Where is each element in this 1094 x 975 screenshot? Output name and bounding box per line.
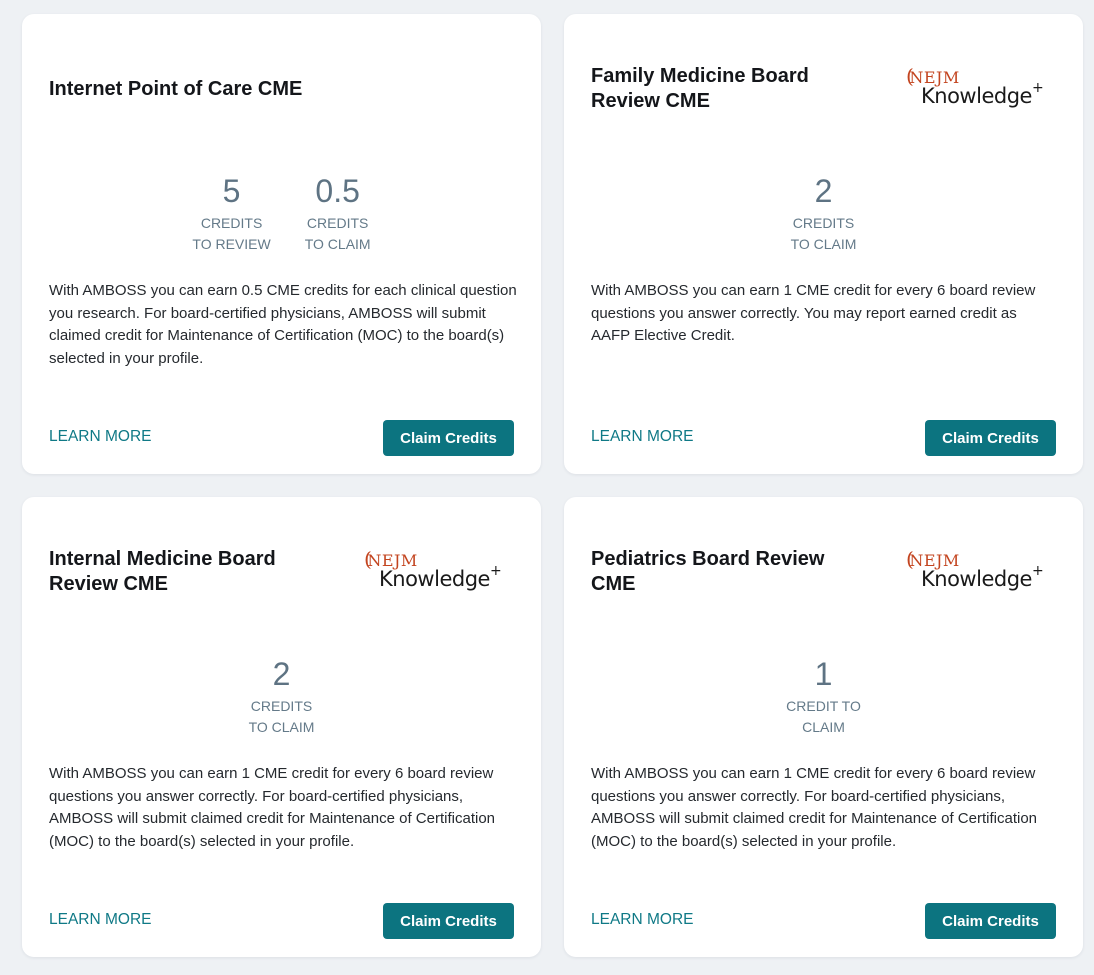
- card-header: Pediatrics Board Review CME (NEJM Knowle…: [591, 545, 1056, 599]
- card-header: Internet Point of Care CME: [49, 62, 514, 116]
- nejm-knowledge-plus-logo: (NEJM Knowledge+: [906, 549, 1044, 595]
- learn-more-link[interactable]: LEARN MORE: [49, 911, 152, 929]
- knowledge-wordmark: Knowledge+: [921, 563, 1044, 591]
- credit-count: 0.5: [315, 173, 360, 209]
- cme-card-internal-medicine: Internal Medicine Board Review CME (NEJM…: [22, 497, 541, 957]
- credits-to-claim: 2 CREDITS TO CLAIM: [249, 655, 315, 738]
- credit-count: 1: [814, 656, 833, 692]
- card-title: Internal Medicine Board Review CME: [49, 548, 276, 595]
- card-description: With AMBOSS you can earn 0.5 CME credits…: [49, 282, 517, 367]
- credit-label-line: CREDITS: [306, 215, 369, 231]
- card-header: Internal Medicine Board Review CME (NEJM…: [49, 545, 514, 599]
- credits-summary: 5 CREDITS TO REVIEW 0.5 CREDITS TO CLAIM: [22, 172, 541, 255]
- credit-label: CREDITS TO CLAIM: [791, 213, 857, 255]
- card-title: Pediatrics Board Review CME: [591, 548, 825, 595]
- card-title: Internet Point of Care CME: [49, 77, 303, 100]
- card-description: With AMBOSS you can earn 1 CME credit fo…: [591, 765, 1038, 850]
- credit-label: CREDITS TO CLAIM: [305, 213, 371, 255]
- card-description: With AMBOSS you can earn 1 CME credit fo…: [49, 765, 496, 850]
- claim-credits-button[interactable]: Claim Credits: [925, 420, 1056, 456]
- credit-label-line: CREDIT TO: [786, 698, 861, 714]
- card-description: With AMBOSS you can earn 1 CME credit fo…: [591, 282, 1036, 344]
- cme-card-internet-point-of-care: Internet Point of Care CME 5 CREDITS TO …: [22, 14, 541, 474]
- card-title: Family Medicine Board Review CME: [591, 65, 809, 112]
- credit-label-line: CREDITS: [200, 215, 263, 231]
- credit-count: 5: [222, 173, 241, 209]
- card-header: Family Medicine Board Review CME (NEJM K…: [591, 62, 1056, 116]
- credit-label: CREDITS TO REVIEW: [192, 213, 270, 255]
- credit-label-line: TO CLAIM: [304, 236, 371, 252]
- credit-label-line: TO CLAIM: [790, 236, 857, 252]
- credits-to-claim: 1 CREDIT TO CLAIM: [786, 655, 861, 738]
- credit-count: 2: [814, 173, 833, 209]
- credits-summary: 2 CREDITS TO CLAIM: [22, 655, 541, 738]
- credits-to-review: 5 CREDITS TO REVIEW: [192, 172, 270, 255]
- credit-label: CREDIT TO CLAIM: [786, 696, 861, 738]
- credits-to-claim: 0.5 CREDITS TO CLAIM: [305, 172, 371, 255]
- credits-summary: 1 CREDIT TO CLAIM: [564, 655, 1083, 738]
- nejm-knowledge-plus-logo: (NEJM Knowledge+: [364, 549, 502, 595]
- credit-label-line: TO REVIEW: [192, 236, 271, 252]
- cme-card-family-medicine: Family Medicine Board Review CME (NEJM K…: [564, 14, 1083, 474]
- credit-count: 2: [272, 656, 291, 692]
- credits-summary: 2 CREDITS TO CLAIM: [564, 172, 1083, 255]
- cme-card-grid: Internet Point of Care CME 5 CREDITS TO …: [0, 0, 1094, 975]
- credit-label: CREDITS TO CLAIM: [249, 696, 315, 738]
- claim-credits-button[interactable]: Claim Credits: [383, 903, 514, 939]
- knowledge-wordmark: Knowledge+: [379, 563, 502, 591]
- knowledge-wordmark: Knowledge+: [921, 80, 1044, 108]
- claim-credits-button[interactable]: Claim Credits: [383, 420, 514, 456]
- credit-label-line: CLAIM: [802, 719, 845, 735]
- claim-credits-button[interactable]: Claim Credits: [925, 903, 1056, 939]
- learn-more-link[interactable]: LEARN MORE: [591, 428, 694, 446]
- learn-more-link[interactable]: LEARN MORE: [591, 911, 694, 929]
- learn-more-link[interactable]: LEARN MORE: [49, 428, 152, 446]
- credit-label-line: CREDITS: [250, 698, 313, 714]
- credits-to-claim: 2 CREDITS TO CLAIM: [791, 172, 857, 255]
- credit-label-line: CREDITS: [792, 215, 855, 231]
- credit-label-line: TO CLAIM: [248, 719, 315, 735]
- nejm-knowledge-plus-logo: (NEJM Knowledge+: [906, 66, 1044, 112]
- cme-card-pediatrics: Pediatrics Board Review CME (NEJM Knowle…: [564, 497, 1083, 957]
